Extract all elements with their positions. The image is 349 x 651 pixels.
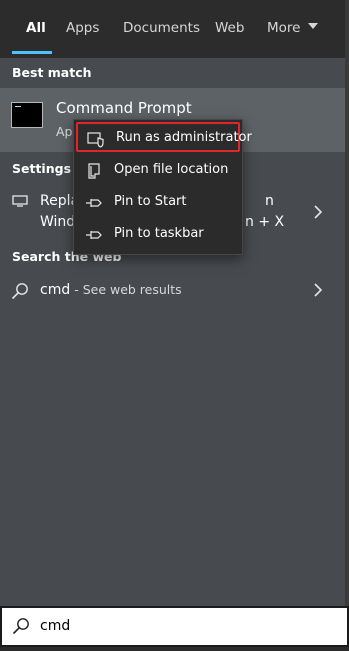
- tab-apps[interactable]: Apps: [66, 20, 99, 36]
- context-menu: Run as administrator Open file location …: [73, 119, 252, 255]
- search-icon: [11, 283, 28, 300]
- web-result-query: cmd: [40, 282, 71, 298]
- tab-more-label: More: [267, 20, 301, 36]
- search-box[interactable]: [0, 606, 349, 647]
- menu-item-label: Run as administrator: [116, 130, 252, 145]
- menu-item-open-file-location[interactable]: Open file location: [76, 156, 240, 186]
- menu-item-label: Pin to Start: [114, 194, 187, 209]
- section-best-match: Best match: [12, 65, 92, 80]
- taskbar-edge: [0, 647, 349, 651]
- settings-item-line1-right: n: [265, 193, 274, 209]
- scrollbar[interactable]: [345, 0, 349, 612]
- shield-icon: [87, 132, 104, 148]
- search-window: All Apps Documents Web More Best match C…: [0, 0, 349, 651]
- search-input[interactable]: [40, 618, 320, 634]
- best-match-title: Command Prompt: [56, 99, 192, 117]
- section-settings: Settings: [12, 161, 72, 176]
- best-match-subtitle: Ap: [56, 124, 73, 139]
- web-result-item[interactable]: cmd - See web results: [40, 282, 182, 298]
- chevron-down-icon: [307, 23, 318, 29]
- pin-icon: [86, 231, 102, 239]
- tab-all[interactable]: All: [26, 20, 46, 36]
- command-prompt-icon: [11, 102, 43, 128]
- tab-web[interactable]: Web: [215, 20, 244, 36]
- monitor-icon: [12, 195, 28, 207]
- menu-item-label: Pin to taskbar: [114, 226, 204, 241]
- menu-item-pin-to-start[interactable]: Pin to Start: [76, 188, 240, 218]
- tab-documents[interactable]: Documents: [123, 20, 200, 36]
- tab-more[interactable]: More: [267, 20, 318, 36]
- active-tab-indicator: [12, 51, 52, 54]
- search-icon: [12, 618, 29, 635]
- pin-icon: [86, 199, 102, 207]
- menu-item-pin-to-taskbar[interactable]: Pin to taskbar: [76, 220, 240, 250]
- settings-item-line2-right: n + X: [245, 214, 285, 230]
- chevron-right-icon: [314, 205, 323, 219]
- menu-item-label: Open file location: [114, 162, 229, 177]
- file-icon: [88, 163, 100, 179]
- settings-item-line2: Wind: [40, 214, 76, 230]
- chevron-right-icon: [314, 283, 323, 297]
- menu-item-run-as-administrator[interactable]: Run as administrator: [76, 122, 252, 152]
- web-result-suffix: - See web results: [70, 282, 182, 297]
- filter-tabs: All Apps Documents Web More: [0, 0, 345, 58]
